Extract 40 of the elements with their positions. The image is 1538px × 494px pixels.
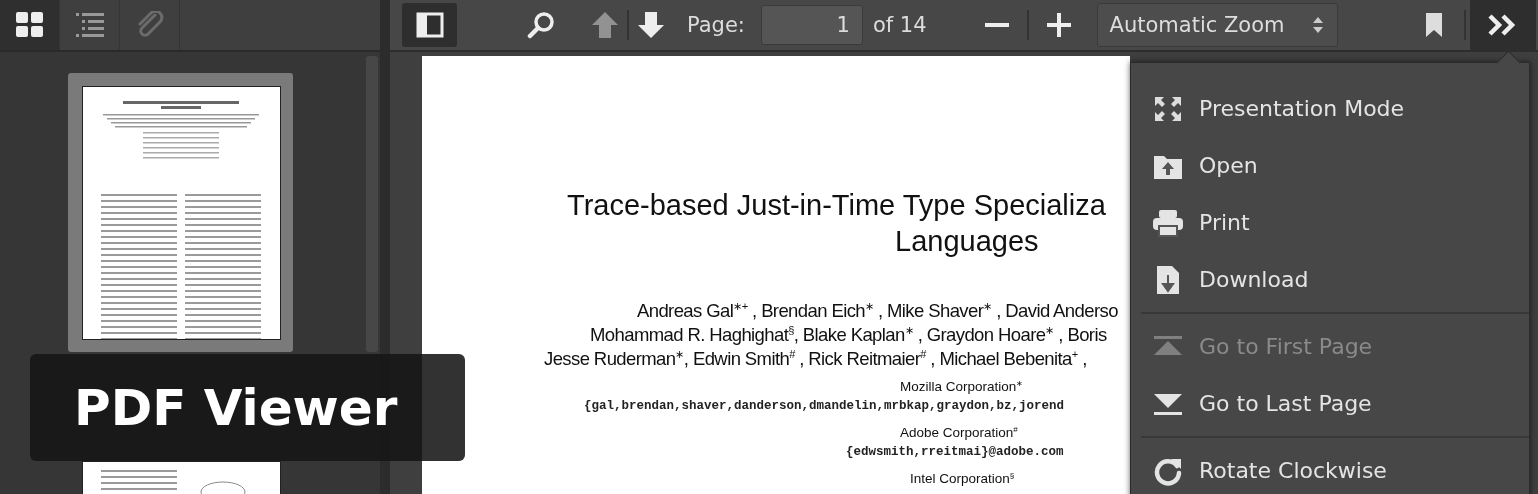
list-icon [75, 12, 104, 38]
author-line: Mohammad R. Haghighat$^{§}$, Blake Kaplan$^{∗}$ , Graydon Hoare$^{∗}$ , Boris [590, 323, 1107, 347]
arrow-to-bottom-icon [1153, 391, 1183, 416]
file-download-icon [1155, 264, 1181, 295]
organization-name: Intel Corporation$^{§}$ [910, 469, 1015, 488]
thumbnail-frame[interactable] [68, 73, 293, 352]
sidebar-toggle-button[interactable] [402, 3, 457, 47]
author-line: Andreas Gal$^{∗+}$ , Brendan Eich$^{∗}$ , Mike Shaver$^{∗}$ , David Anderso [637, 299, 1118, 323]
printer-icon [1152, 208, 1184, 237]
minus-icon [984, 22, 1009, 28]
document-title: Trace-based Just-in-Time Type Specializa [567, 188, 1106, 223]
menu-item[interactable]: Download [1131, 251, 1529, 308]
organization-name: Adobe Corporation$^{#}$ [900, 423, 1018, 442]
bookmark-icon [1424, 12, 1443, 38]
menu-item[interactable]: Presentation Mode [1131, 80, 1529, 137]
grid-icon [15, 12, 44, 38]
sidebar-tab[interactable] [0, 0, 60, 50]
updown-caret-icon [1312, 17, 1323, 33]
menu-item[interactable]: Open [1131, 137, 1529, 194]
up-arrow-icon [590, 10, 620, 40]
plus-icon [1046, 13, 1071, 37]
menu-item[interactable]: Rotate Clockwise [1131, 442, 1529, 494]
page-number-field[interactable]: 1 [760, 5, 863, 45]
banner-title: PDF Viewer [30, 354, 465, 461]
tools-button[interactable] [1469, 0, 1536, 50]
menu-item[interactable]: Print [1131, 194, 1529, 251]
expand-icon [1154, 95, 1182, 122]
page-label: Page: [687, 13, 745, 37]
down-arrow-icon [636, 10, 666, 40]
search-icon [527, 11, 555, 39]
organization-name: Mozilla Corporation$^{∗}$ [900, 377, 1024, 396]
document-title: Languages [895, 224, 1039, 259]
menu-item[interactable]: Go to Last Page [1131, 375, 1529, 432]
sidebar-icon [415, 12, 444, 38]
double-chevron-icon [1487, 14, 1518, 36]
email-line: {gal,brendan,shaver,danderson,dmandelin,mrbkap,graydon,bz,jorend [584, 398, 1065, 415]
email-line: {edwsmith,rreitmai}@adobe.com [846, 444, 1064, 461]
zoom-select[interactable]: Automatic Zoom [1096, 3, 1338, 47]
author-line: Jesse Ruderman$^{∗}$, Edwin Smith$^{#}$ , Rick Reitmaier$^{#}$ , Michael Bebenita$^{+}$ , [544, 347, 1087, 371]
page-count: of 14 [872, 13, 927, 37]
